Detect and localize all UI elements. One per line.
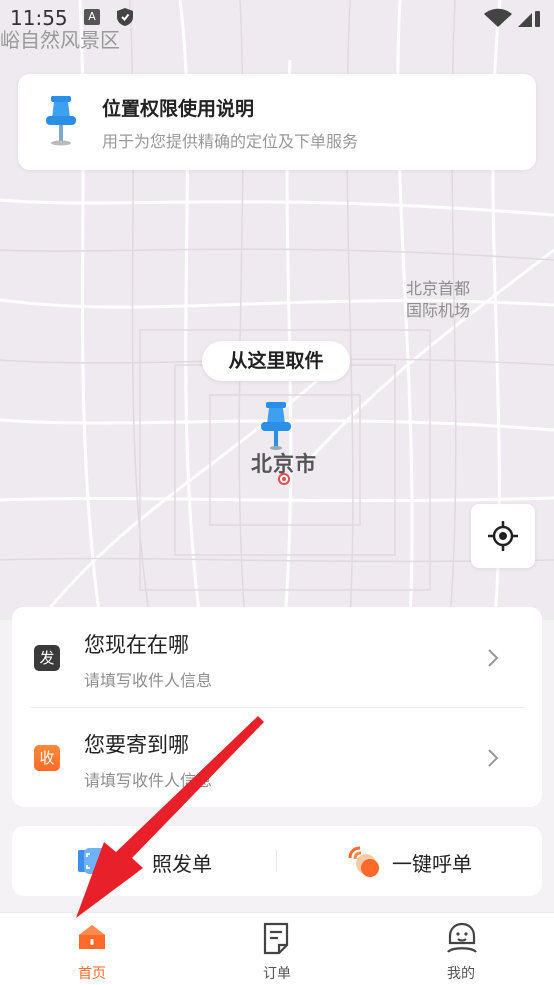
status-time: 11:55 <box>10 6 68 30</box>
address-card: 发 您现在在哪 请填写收件人信息 收 您要寄到哪 请填写收件人信息 <box>12 607 542 807</box>
status-bar: 11:55 A <box>0 0 554 36</box>
one-tap-call-button[interactable]: 一键呼单 <box>346 844 506 878</box>
receiver-subtitle: 请填写收件人信息 <box>84 771 213 790</box>
bottom-tab-bar: 首页 订单 我的 <box>0 912 554 985</box>
send-badge: 发 <box>34 645 60 671</box>
tab-orders-label: 订单 <box>263 966 291 982</box>
city-center-marker-icon <box>278 473 290 485</box>
receiver-address-row[interactable]: 收 您要寄到哪 请填写收件人信息 <box>12 707 542 807</box>
chevron-right-icon <box>488 749 499 767</box>
receiver-title: 您要寄到哪 <box>84 733 189 757</box>
location-permission-card[interactable]: 位置权限使用说明 用于为您提供精确的定位及下单服务 <box>18 74 536 170</box>
signal-call-icon <box>348 846 379 877</box>
order-document-icon <box>263 922 289 955</box>
permission-subtitle: 用于为您提供精确的定位及下单服务 <box>102 132 359 151</box>
scan-icon <box>78 848 110 874</box>
quick-actions-card: 照发单 一键呼单 <box>12 826 542 896</box>
tab-mine[interactable]: 我的 <box>401 921 521 985</box>
pickup-bubble[interactable]: 从这里取件 <box>202 341 350 381</box>
tab-mine-label: 我的 <box>447 966 475 982</box>
airport-label-line2: 国际机场 <box>406 301 471 320</box>
divider <box>276 850 277 872</box>
map-airport-label: 北京首都 国际机场 <box>406 278 470 322</box>
crosshair-icon <box>488 521 518 551</box>
receive-badge: 收 <box>34 745 60 771</box>
tab-home-label: 首页 <box>78 966 106 982</box>
home-icon <box>79 925 105 949</box>
user-profile-icon <box>447 922 477 953</box>
one-tap-call-label: 一键呼单 <box>392 852 472 876</box>
pushpin-icon <box>258 402 294 454</box>
photo-order-button[interactable]: 照发单 <box>78 844 278 878</box>
shield-icon <box>117 8 133 26</box>
notification-a-icon: A <box>84 9 100 25</box>
sender-subtitle: 请填写收件人信息 <box>84 671 213 690</box>
sender-address-row[interactable]: 发 您现在在哪 请填写收件人信息 <box>12 607 542 707</box>
sender-title: 您现在在哪 <box>84 633 189 657</box>
tab-home[interactable]: 首页 <box>32 921 152 985</box>
permission-title: 位置权限使用说明 <box>102 98 255 120</box>
chevron-right-icon <box>488 649 499 667</box>
pushpin-icon <box>46 96 76 146</box>
airport-label-line1: 北京首都 <box>406 279 471 298</box>
signal-battery-icon <box>484 8 540 27</box>
photo-order-label: 照发单 <box>152 852 212 876</box>
locate-me-button[interactable] <box>471 504 535 568</box>
tab-orders[interactable]: 订单 <box>217 921 337 985</box>
